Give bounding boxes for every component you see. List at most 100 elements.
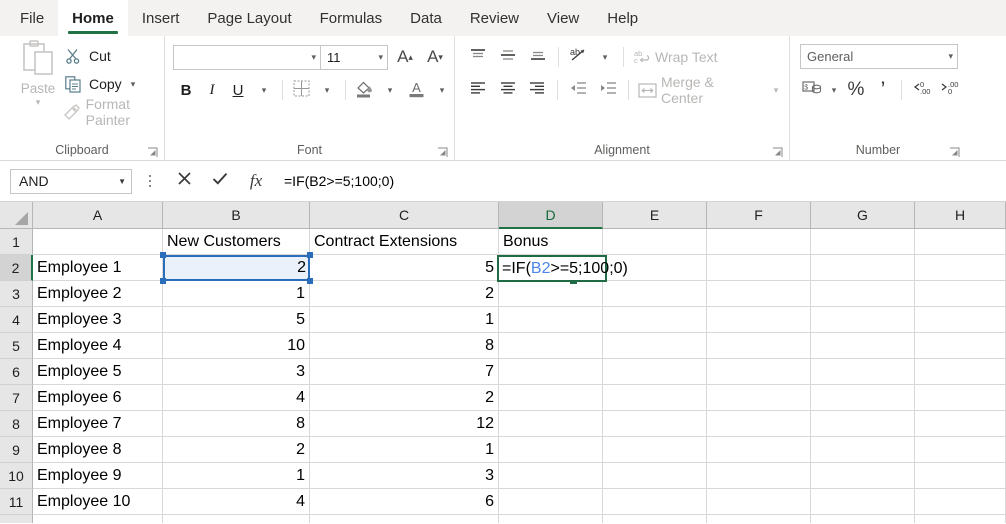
cell-g12[interactable] <box>811 515 915 523</box>
increase-indent-button[interactable] <box>593 77 623 103</box>
cell-b12[interactable] <box>163 515 310 523</box>
cell-a3[interactable]: Employee 2 <box>33 281 163 307</box>
cell-g1[interactable] <box>811 229 915 255</box>
cell-f10[interactable] <box>707 463 811 489</box>
cell-a5[interactable]: Employee 4 <box>33 333 163 359</box>
align-bottom-button[interactable] <box>523 44 553 70</box>
cell-e11[interactable] <box>603 489 707 515</box>
wrap-text-button[interactable]: abc Wrap Text <box>629 44 722 70</box>
cell-d4[interactable] <box>499 307 603 333</box>
cell-e10[interactable] <box>603 463 707 489</box>
cell-h12[interactable] <box>915 515 1006 523</box>
number-format-chevron-down-icon[interactable]: ▾ <box>948 51 953 62</box>
tab-insert[interactable]: Insert <box>128 0 194 36</box>
tab-page-layout[interactable]: Page Layout <box>193 0 305 36</box>
orientation-button[interactable]: ab <box>564 44 592 70</box>
increase-decimal-button[interactable]: 0.00 <box>907 77 935 103</box>
cell-f3[interactable] <box>707 281 811 307</box>
cell-d9[interactable] <box>499 437 603 463</box>
row-header-11[interactable]: 11 <box>0 489 33 515</box>
cell-g5[interactable] <box>811 333 915 359</box>
cell-b1[interactable]: New Customers <box>163 229 310 255</box>
cell-h9[interactable] <box>915 437 1006 463</box>
comma-style-button[interactable]: ’ <box>870 77 896 103</box>
accounting-format-button[interactable]: $ <box>798 77 826 103</box>
copy-button[interactable]: Copy ▾ <box>62 70 164 98</box>
decrease-indent-button[interactable] <box>563 77 593 103</box>
cell-c2[interactable]: 5 <box>310 255 499 281</box>
tab-review[interactable]: Review <box>456 0 533 36</box>
borders-chevron-down-icon[interactable]: ▾ <box>314 77 340 103</box>
row-header-1[interactable]: 1 <box>0 229 33 255</box>
select-all-corner[interactable] <box>0 202 33 229</box>
bold-button[interactable]: B <box>173 77 199 103</box>
font-dialog-launcher-icon[interactable] <box>437 147 448 158</box>
cell-c12[interactable] <box>310 515 499 523</box>
tab-view[interactable]: View <box>533 0 593 36</box>
cell-a7[interactable]: Employee 6 <box>33 385 163 411</box>
row-header-12[interactable]: 12 <box>0 515 33 523</box>
column-header-f[interactable]: F <box>707 202 811 229</box>
formula-input[interactable]: =IF(B2>=5;100;0) <box>274 169 1000 194</box>
cell-f8[interactable] <box>707 411 811 437</box>
cell-e9[interactable] <box>603 437 707 463</box>
cell-b3[interactable]: 1 <box>163 281 310 307</box>
cell-e5[interactable] <box>603 333 707 359</box>
cell-f2[interactable] <box>707 255 811 281</box>
cell-c5[interactable]: 8 <box>310 333 499 359</box>
align-center-button[interactable] <box>493 77 523 103</box>
cell-h11[interactable] <box>915 489 1006 515</box>
cell-b7[interactable]: 4 <box>163 385 310 411</box>
cell-g8[interactable] <box>811 411 915 437</box>
enter-formula-button[interactable] <box>202 168 238 194</box>
cell-d8[interactable] <box>499 411 603 437</box>
font-name-chevron-down-icon[interactable]: ▾ <box>311 52 316 63</box>
font-color-button[interactable]: A <box>403 77 429 103</box>
cell-d6[interactable] <box>499 359 603 385</box>
font-color-chevron-down-icon[interactable]: ▾ <box>429 77 455 103</box>
cell-e1[interactable] <box>603 229 707 255</box>
cell-a4[interactable]: Employee 3 <box>33 307 163 333</box>
paste-chevron-down-icon[interactable]: ▾ <box>36 97 41 107</box>
font-size-chevron-down-icon[interactable]: ▾ <box>378 52 383 63</box>
column-header-d[interactable]: D <box>499 202 603 229</box>
row-header-6[interactable]: 6 <box>0 359 33 385</box>
decrease-decimal-button[interactable]: .000 <box>935 77 963 103</box>
cell-d3[interactable] <box>499 281 603 307</box>
cell-g11[interactable] <box>811 489 915 515</box>
cell-d7[interactable] <box>499 385 603 411</box>
cut-button[interactable]: Cut <box>62 42 164 70</box>
increase-font-size-button[interactable]: A▴ <box>392 44 418 70</box>
align-right-button[interactable] <box>523 77 553 103</box>
row-header-8[interactable]: 8 <box>0 411 33 437</box>
copy-chevron-down-icon[interactable]: ▾ <box>131 79 136 90</box>
tab-home[interactable]: Home <box>58 0 128 36</box>
cell-b5[interactable]: 10 <box>163 333 310 359</box>
cell-g6[interactable] <box>811 359 915 385</box>
cell-b4[interactable]: 5 <box>163 307 310 333</box>
italic-button[interactable]: I <box>199 77 225 103</box>
alignment-dialog-launcher-icon[interactable] <box>772 147 783 158</box>
row-header-4[interactable]: 4 <box>0 307 33 333</box>
cell-g2[interactable] <box>811 255 915 281</box>
cell-a2[interactable]: Employee 1 <box>33 255 163 281</box>
cell-f7[interactable] <box>707 385 811 411</box>
name-box-chevron-down-icon[interactable]: ▼ <box>118 177 126 186</box>
cell-b2[interactable]: 2 <box>163 255 310 281</box>
row-header-3[interactable]: 3 <box>0 281 33 307</box>
percent-style-button[interactable]: % <box>842 77 870 103</box>
cell-f1[interactable] <box>707 229 811 255</box>
tab-data[interactable]: Data <box>396 0 456 36</box>
row-header-7[interactable]: 7 <box>0 385 33 411</box>
cell-e3[interactable] <box>603 281 707 307</box>
row-header-5[interactable]: 5 <box>0 333 33 359</box>
formula-bar-grip[interactable] <box>142 170 158 192</box>
clipboard-dialog-launcher-icon[interactable] <box>147 147 158 158</box>
fill-color-chevron-down-icon[interactable]: ▾ <box>377 77 403 103</box>
cell-c8[interactable]: 12 <box>310 411 499 437</box>
cell-d1[interactable]: Bonus <box>499 229 603 255</box>
name-box[interactable]: AND ▼ <box>10 169 132 194</box>
font-name-combobox[interactable]: ▾ <box>173 45 321 70</box>
column-header-h[interactable]: H <box>915 202 1006 229</box>
column-header-c[interactable]: C <box>310 202 499 229</box>
